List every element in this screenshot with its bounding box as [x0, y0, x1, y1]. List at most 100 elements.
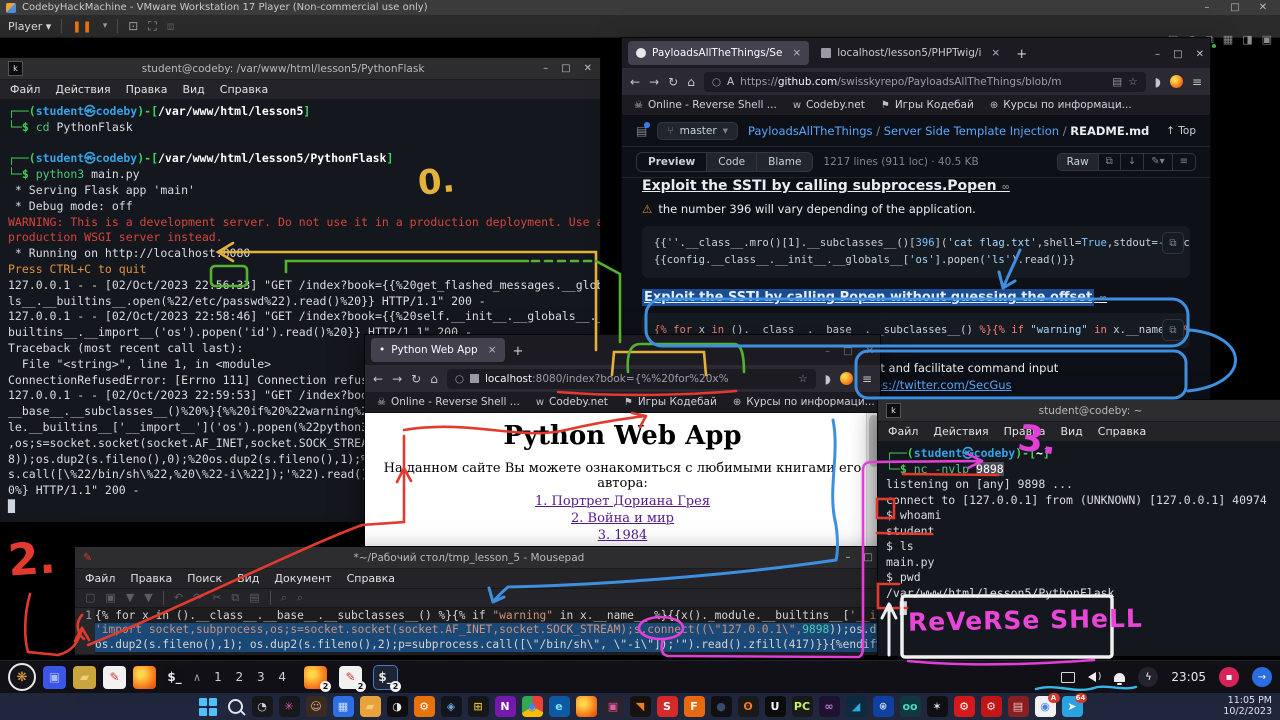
download-icon[interactable]: ↓ [1121, 153, 1144, 171]
menu-item[interactable]: Справка [220, 83, 268, 96]
tab-preview[interactable]: Preview [637, 153, 707, 171]
taskbar-app-icon[interactable]: ● [711, 696, 732, 717]
maximize-button[interactable]: □ [561, 63, 570, 74]
vm-clock[interactable]: 23:05 [1171, 670, 1206, 684]
maximize-button[interactable]: □ [1224, 2, 1246, 13]
menu-item[interactable]: Правка [130, 572, 172, 585]
window-list-icon[interactable] [1061, 672, 1075, 683]
vm-device-icon[interactable]: ◨ [1242, 33, 1252, 47]
copy-code-icon[interactable]: ⧉ [1162, 319, 1184, 341]
menu-item[interactable]: Файл [888, 425, 918, 438]
minimize-button[interactable]: – [1196, 2, 1218, 13]
menu-item[interactable]: Вид [182, 83, 204, 96]
shield-icon[interactable]: ○ [712, 76, 721, 88]
bookmark-item[interactable]: ☠Online - Reverse Shell ... [634, 99, 777, 111]
taskbar-app-icon[interactable]: ✶ [927, 696, 948, 717]
kali-menu-icon[interactable]: ❋ [8, 663, 36, 691]
anchor-link-icon[interactable]: ∞ [1002, 182, 1010, 193]
taskbar-app-icon[interactable]: ◉A [1035, 696, 1056, 717]
taskbar-app-icon[interactable]: ⊞ [468, 696, 489, 717]
screen-lock-icon[interactable]: ▪ [1219, 667, 1239, 687]
book-link[interactable]: 3. 1984 [365, 527, 880, 544]
taskbar-app-icon[interactable]: ◢ [846, 696, 867, 717]
taskbar-app-icon[interactable]: ✎ [103, 666, 126, 689]
maximize-button[interactable]: □ [1173, 49, 1182, 60]
new-file-icon[interactable]: ▢ [85, 591, 95, 605]
menu-item[interactable]: Справка [347, 572, 395, 585]
taskbar-app-icon[interactable]: ⚙ [981, 696, 1002, 717]
save-as-icon[interactable]: ▼ [144, 591, 152, 605]
save-icon[interactable]: ▼ [126, 591, 134, 605]
bookmark-item[interactable]: ⚑Игры Кодебай [881, 99, 974, 111]
back-to-top-link[interactable]: ↑ Top [1166, 125, 1196, 137]
close-button[interactable]: ✕ [1252, 2, 1274, 13]
minimize-button[interactable]: – [543, 63, 548, 74]
bookmark-item[interactable]: ⊕Курсы по информаци... [733, 396, 875, 408]
tab-payloadsallthethings[interactable]: PayloadsAllTheThings/Se × [628, 41, 809, 65]
running-app-icon[interactable]: $_2 [374, 666, 397, 689]
search-icon[interactable] [225, 696, 246, 717]
volume-icon[interactable]: ) [1088, 672, 1102, 682]
replace-icon[interactable]: ⌕ [297, 591, 303, 605]
editor-text[interactable]: {% for x in ().__class__.__base__.__subc… [95, 608, 881, 654]
tab-code[interactable]: Code [707, 153, 757, 171]
back-icon[interactable]: ← [630, 75, 640, 89]
taskbar-app-icon[interactable]: ☺ [306, 696, 327, 717]
breadcrumb-repo[interactable]: PayloadsAllTheThings [748, 124, 873, 138]
menu-item[interactable]: Правка [1004, 425, 1046, 438]
close-tab-icon[interactable]: × [488, 344, 497, 356]
menu-item[interactable]: Файл [85, 572, 115, 585]
minimize-button[interactable]: – [1155, 49, 1160, 60]
terminal-right-output[interactable]: ┌──(student㉿codeby)-[~]└─$ nc -nvlp 9898… [878, 442, 1280, 656]
terminal-left-titlebar[interactable]: k student@codeby: /var/www/html/lesson5/… [0, 58, 600, 80]
tab-localhost-phptwig[interactable]: localhost/lesson5/PHPTwig/i × [813, 41, 1008, 65]
minimize-button[interactable]: – [825, 346, 830, 357]
taskbar-app-icon[interactable]: oo [900, 696, 921, 717]
copy-icon[interactable]: ⧉ [231, 591, 239, 605]
taskbar-app-icon[interactable]: ◈ [441, 696, 462, 717]
taskbar-app-icon[interactable]: ✳ [279, 696, 300, 717]
notification-bell-icon[interactable] [1114, 673, 1125, 682]
taskbar-app-icon[interactable]: ➤64 [1062, 696, 1083, 717]
menu-item[interactable]: Вид [237, 572, 259, 585]
home-icon[interactable]: ⌂ [430, 372, 438, 386]
close-button[interactable]: ✕ [866, 346, 874, 357]
new-tab-button[interactable]: + [1016, 47, 1027, 62]
menu-item[interactable]: Документ [274, 572, 331, 585]
minimize-button[interactable]: – [846, 552, 851, 563]
book-link[interactable]: 2. Война и мир [365, 510, 880, 527]
close-button[interactable]: ✕ [1196, 49, 1204, 60]
taskbar-app-icon[interactable]: ▤ [1008, 696, 1029, 717]
paste-icon[interactable]: ▤ [249, 591, 259, 605]
fullscreen-icon[interactable]: ⛶ [148, 19, 156, 34]
taskbar-app-icon[interactable]: F [684, 696, 705, 717]
close-tab-icon[interactable]: × [792, 47, 801, 59]
reader-mode-icon[interactable]: ▤ [1112, 76, 1122, 88]
running-app-icon[interactable]: 2 [304, 666, 327, 689]
menu-item[interactable]: Файл [10, 83, 40, 96]
maximize-button[interactable]: □ [864, 552, 873, 563]
redo-icon[interactable]: ↷ [193, 591, 202, 605]
send-keys-icon[interactable]: ⊡ [128, 19, 138, 33]
close-button[interactable]: ✕ [584, 63, 592, 74]
copy-icon[interactable]: ⧉ [1099, 153, 1121, 171]
tab-blame[interactable]: Blame [757, 153, 812, 171]
pause-vm-button[interactable]: ❚❚ [72, 20, 92, 33]
taskbar-app-icon[interactable]: ⍟ [873, 696, 894, 717]
back-icon[interactable]: ← [373, 372, 383, 386]
player-menu[interactable]: Player ▾ [8, 20, 51, 33]
search-icon[interactable]: ⌕ [281, 591, 287, 605]
app-menu-icon[interactable]: ≡ [1192, 75, 1202, 89]
vm-device-icon[interactable]: ▦ [1223, 33, 1233, 47]
code-block-subprocess[interactable]: ⧉{{''.__class__.mro()[1].__subclasses__(… [642, 226, 1190, 278]
breadcrumb-dir[interactable]: Server Side Template Injection [884, 124, 1059, 138]
copy-code-icon[interactable]: ⧉ [1162, 232, 1184, 254]
taskbar-app-icon[interactable] [576, 696, 597, 717]
bookmark-item[interactable]: wCodeby.net [536, 396, 608, 408]
home-icon[interactable]: ⌂ [687, 75, 695, 89]
terminal-right-titlebar[interactable]: k student@codeby: ~ [878, 400, 1280, 422]
power-manager-icon[interactable]: ϟ [1138, 667, 1158, 687]
taskbar-app-icon[interactable]: ◑ [387, 696, 408, 717]
pocket-icon[interactable]: ◗ [825, 372, 831, 386]
pause-dropdown-icon[interactable]: ▾ [103, 21, 108, 31]
